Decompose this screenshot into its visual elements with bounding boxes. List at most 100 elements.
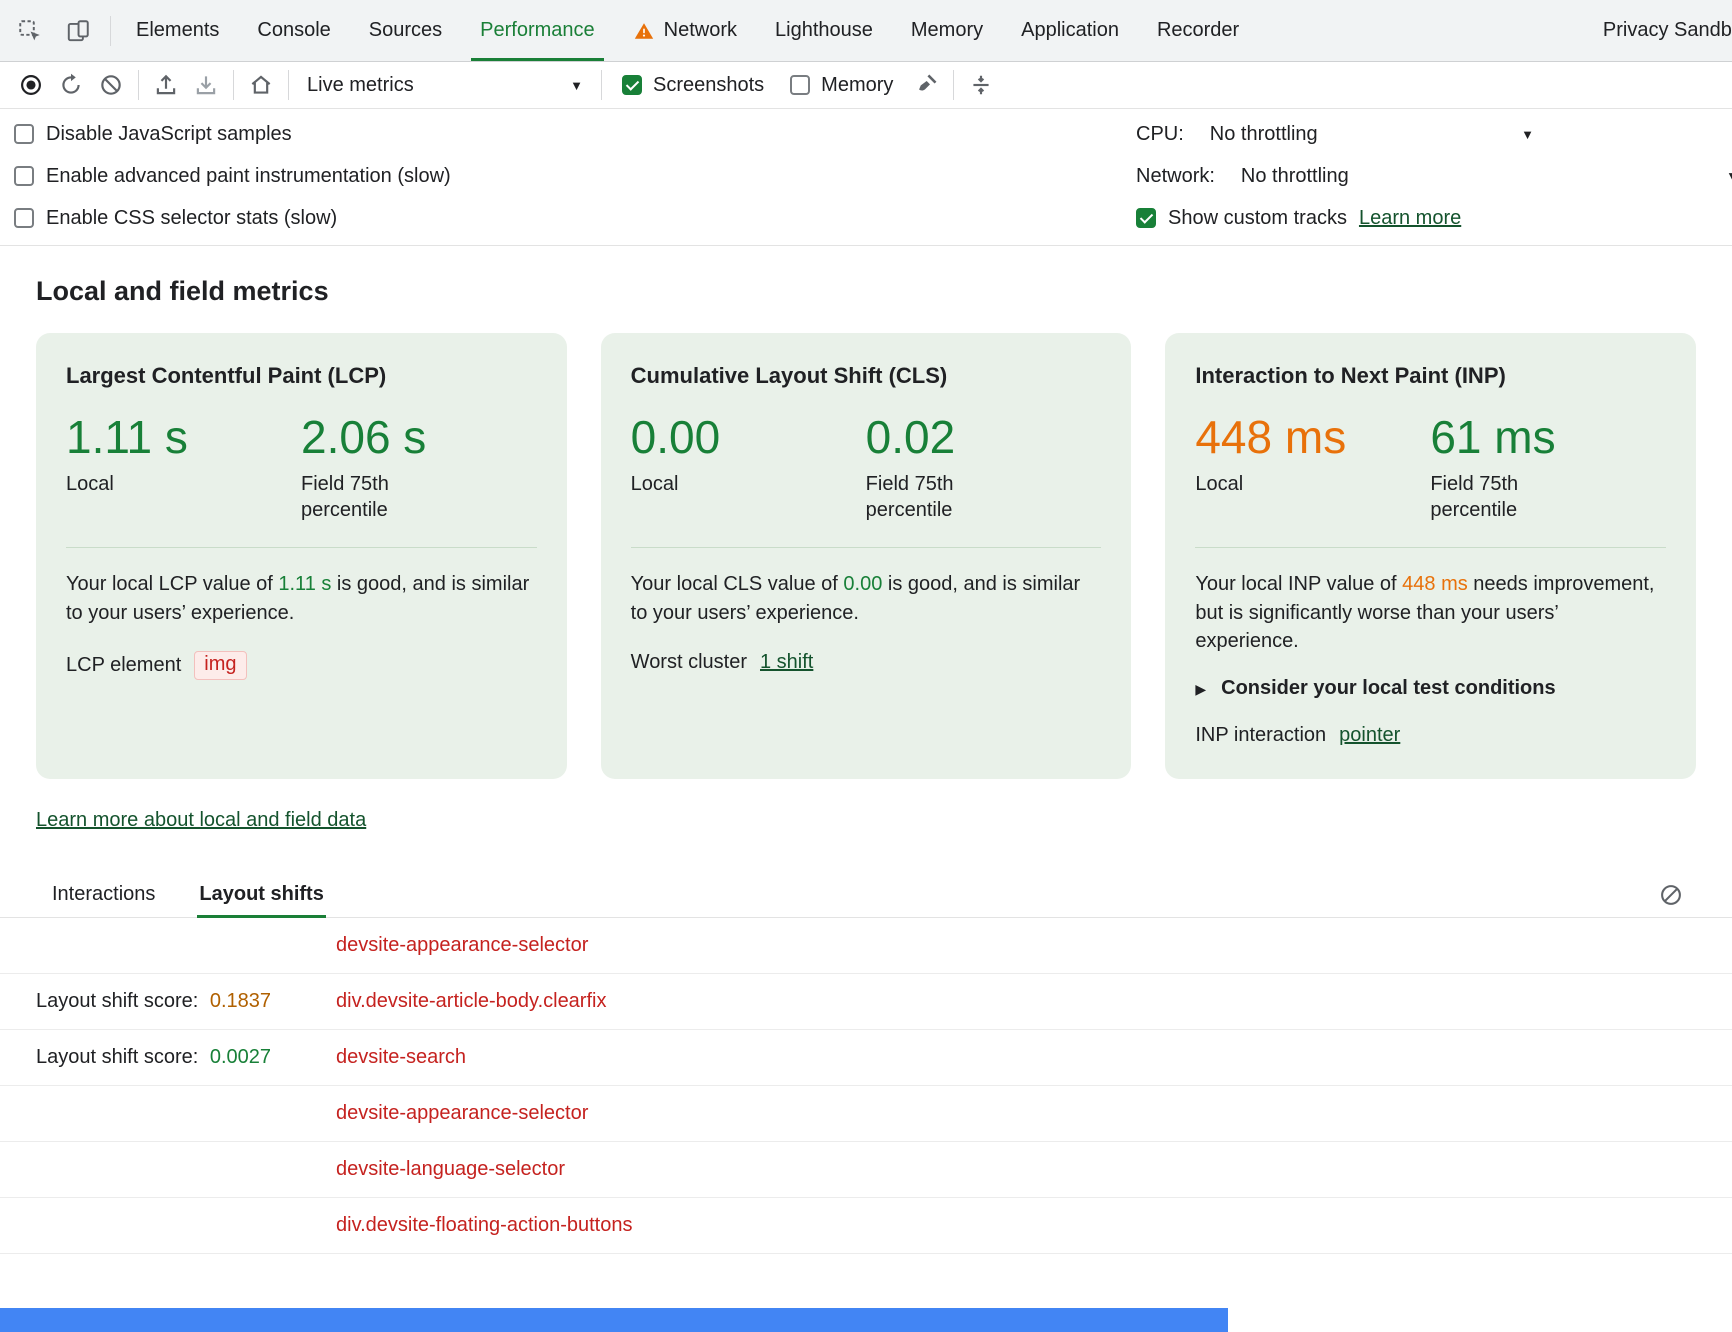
- element-node-link[interactable]: devsite-appearance-selector: [336, 1102, 588, 1125]
- learn-more-field-data-link[interactable]: Learn more about local and field data: [36, 809, 366, 832]
- tab-memory[interactable]: Memory: [892, 0, 1002, 61]
- show-custom-tracks-label[interactable]: Show custom tracks: [1168, 207, 1347, 230]
- learn-more-link[interactable]: Learn more: [1359, 207, 1461, 230]
- clear-button[interactable]: [92, 66, 130, 104]
- divider: [66, 547, 537, 548]
- tab-performance[interactable]: Performance: [461, 0, 614, 61]
- element-node-link[interactable]: devsite-search: [336, 1046, 466, 1069]
- disable-js-samples-setting: Disable JavaScript samples: [14, 123, 292, 146]
- divider: [953, 70, 954, 100]
- collect-garbage-button[interactable]: [907, 66, 945, 104]
- lcp-element-node-link[interactable]: img: [194, 651, 246, 680]
- disable-js-samples-checkbox[interactable]: [14, 124, 34, 144]
- cpu-throttling-select[interactable]: CPU: No throttling ▼: [1136, 123, 1732, 146]
- metric-card-lcp: Largest Contentful Paint (LCP) 1.11 s Lo…: [36, 333, 567, 779]
- memory-checkbox[interactable]: [790, 75, 810, 95]
- tab-recorder[interactable]: Recorder: [1138, 0, 1258, 61]
- layout-shift-row[interactable]: Layout shift score: 0.0027 devsite-searc…: [0, 1030, 1732, 1086]
- inspect-element-button[interactable]: [10, 11, 50, 51]
- card-title: Interaction to Next Paint (INP): [1195, 363, 1666, 389]
- values-row: 0.00 Local 0.02 Field 75th percentile: [631, 413, 1102, 523]
- worst-cluster-row: Worst cluster 1 shift: [631, 651, 1102, 674]
- device-toolbar-button[interactable]: [58, 11, 98, 51]
- tab-sources[interactable]: Sources: [350, 0, 461, 61]
- live-metrics-view: Local and field metrics Largest Contentf…: [0, 246, 1732, 832]
- tab-label: Lighthouse: [775, 19, 873, 42]
- device-toolbar-icon: [65, 18, 91, 44]
- record-icon: [18, 72, 44, 98]
- selected-row-highlight[interactable]: [0, 1308, 1228, 1332]
- load-profile-button[interactable]: [147, 66, 185, 104]
- css-selector-stats-label[interactable]: Enable CSS selector stats (slow): [46, 207, 337, 230]
- tab-privacy-sandbox[interactable]: Privacy Sandbox: [1584, 0, 1732, 61]
- disable-js-samples-label[interactable]: Disable JavaScript samples: [46, 123, 292, 146]
- tab-lighthouse[interactable]: Lighthouse: [756, 0, 892, 61]
- tab-bar-tools: [0, 0, 104, 61]
- tab-application[interactable]: Application: [1002, 0, 1138, 61]
- description-text: Your local INP value of: [1195, 573, 1402, 595]
- score-value: 0.1837: [210, 990, 271, 1012]
- score-value: 0.0027: [210, 1046, 271, 1068]
- tab-label: Privacy Sandbox: [1603, 19, 1732, 42]
- history-dropdown[interactable]: Live metrics ▼: [297, 74, 593, 97]
- chevron-down-icon: ▼: [1726, 170, 1732, 183]
- tab-label: Console: [257, 19, 330, 42]
- screenshots-checkbox[interactable]: [622, 75, 642, 95]
- save-profile-button[interactable]: [187, 66, 225, 104]
- memory-label[interactable]: Memory: [821, 74, 893, 97]
- element-node-link[interactable]: div.devsite-article-body.clearfix: [336, 990, 606, 1013]
- tab-console[interactable]: Console: [238, 0, 349, 61]
- element-node-link[interactable]: devsite-language-selector: [336, 1158, 565, 1181]
- divider: [288, 70, 289, 100]
- performance-toolbar: Live metrics ▼ Screenshots Memory: [0, 62, 1732, 109]
- screenshots-label[interactable]: Screenshots: [653, 74, 764, 97]
- divider: [601, 70, 602, 100]
- score-label: Layout shift score:: [36, 1046, 198, 1068]
- devtools-tab-bar: Elements Console Sources Performance Net…: [0, 0, 1732, 62]
- live-metrics-log: Interactions Layout shifts devsite-appea…: [0, 872, 1732, 1254]
- network-throttling-select[interactable]: Network: No throttling: [1136, 165, 1732, 188]
- inp-interaction-link[interactable]: pointer: [1339, 724, 1400, 747]
- tab-elements[interactable]: Elements: [117, 0, 238, 61]
- layout-shift-row[interactable]: div.devsite-floating-action-buttons: [0, 1198, 1732, 1254]
- tab-label: Layout shifts: [199, 883, 323, 906]
- css-selector-stats-checkbox[interactable]: [14, 208, 34, 228]
- values-row: 1.11 s Local 2.06 s Field 75th percentil…: [66, 413, 537, 523]
- layout-shift-row[interactable]: Layout shift score: 0.1837 div.devsite-a…: [0, 974, 1732, 1030]
- advanced-paint-setting: Enable advanced paint instrumentation (s…: [14, 165, 451, 188]
- show-custom-tracks-checkbox[interactable]: [1136, 208, 1156, 228]
- description-value: 1.11 s: [278, 573, 331, 595]
- tab-network[interactable]: Network: [614, 0, 756, 61]
- metric-card-cls: Cumulative Layout Shift (CLS) 0.00 Local…: [601, 333, 1132, 779]
- memory-setting: Memory: [778, 74, 905, 97]
- worst-cluster-link[interactable]: 1 shift: [760, 651, 813, 674]
- home-button[interactable]: [242, 66, 280, 104]
- tab-label: Performance: [480, 19, 595, 42]
- advanced-paint-checkbox[interactable]: [14, 166, 34, 186]
- local-test-conditions-expander[interactable]: ▶ Consider your local test conditions: [1195, 677, 1666, 700]
- layout-shift-row[interactable]: devsite-appearance-selector: [0, 918, 1732, 974]
- history-dropdown-value: Live metrics: [307, 74, 414, 97]
- metric-description: Your local INP value of 448 ms needs imp…: [1195, 570, 1666, 655]
- tab-interactions[interactable]: Interactions: [50, 872, 157, 917]
- field-value-column: 0.02 Field 75th percentile: [866, 413, 988, 523]
- network-label: Network:: [1136, 165, 1215, 188]
- clear-log-button[interactable]: [1658, 882, 1684, 908]
- tab-layout-shifts[interactable]: Layout shifts: [197, 872, 325, 917]
- advanced-paint-label[interactable]: Enable advanced paint instrumentation (s…: [46, 165, 451, 188]
- tab-label: Network: [664, 19, 737, 42]
- inp-interaction-label: INP interaction: [1195, 724, 1326, 747]
- tab-label: Memory: [911, 19, 983, 42]
- element-node-link[interactable]: div.devsite-floating-action-buttons: [336, 1214, 632, 1237]
- layout-shift-row[interactable]: devsite-appearance-selector: [0, 1086, 1732, 1142]
- reload-and-record-button[interactable]: [52, 66, 90, 104]
- field-value: 61 ms: [1430, 413, 1555, 461]
- divider: [110, 16, 111, 46]
- record-button[interactable]: [12, 66, 50, 104]
- metric-description: Your local CLS value of 0.00 is good, an…: [631, 570, 1102, 627]
- collapse-button[interactable]: [962, 66, 1000, 104]
- lcp-element-label: LCP element: [66, 654, 181, 677]
- layout-shift-row[interactable]: devsite-language-selector: [0, 1142, 1732, 1198]
- element-node-link[interactable]: devsite-appearance-selector: [336, 934, 588, 957]
- field-value: 0.02: [866, 413, 988, 461]
